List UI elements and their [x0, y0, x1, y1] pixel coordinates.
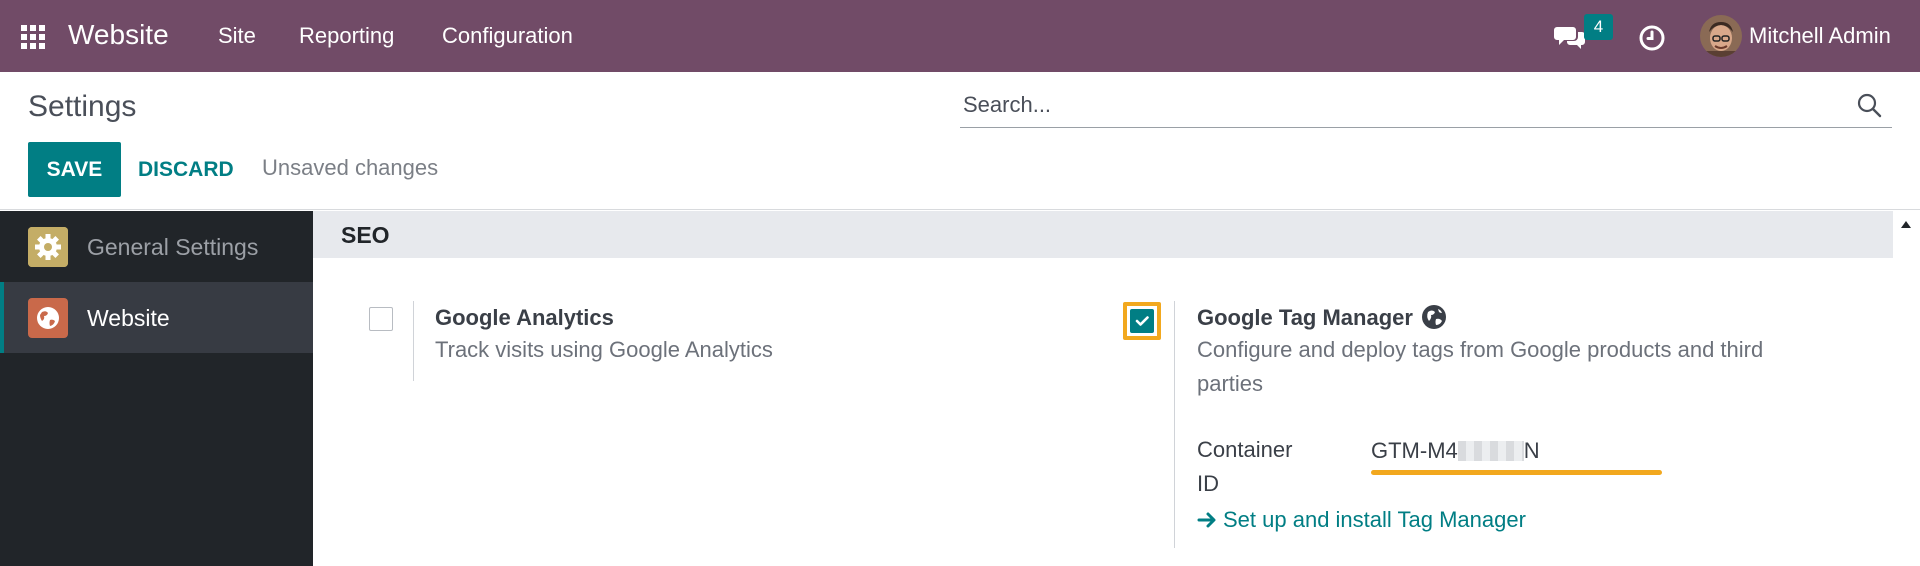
container-id-value-suffix: N	[1523, 438, 1540, 463]
scroll-up-arrow-icon[interactable]	[1899, 217, 1913, 229]
google-tag-manager-checkbox[interactable]	[1130, 309, 1154, 333]
sidebar-item-label: General Settings	[87, 234, 259, 260]
sidebar-item-label: Website	[87, 305, 170, 331]
sidebar-item-general-settings[interactable]: General Settings	[0, 211, 313, 282]
unsaved-changes-status: Unsaved changes	[262, 155, 439, 180]
apps-grid-icon[interactable]	[21, 25, 45, 49]
discard-button[interactable]: DISCARD	[138, 156, 234, 184]
user-menu-name[interactable]: Mitchell Admin	[1749, 22, 1891, 50]
sidebar-item-website[interactable]: Website	[0, 282, 313, 353]
setting-divider	[413, 301, 414, 381]
avatar[interactable]	[1700, 15, 1742, 57]
google-tag-manager-title: Google Tag Manager	[1197, 305, 1413, 330]
search-bar	[960, 82, 1892, 128]
container-id-label: Container ID	[1197, 433, 1317, 501]
menu-reporting[interactable]: Reporting	[299, 22, 394, 50]
redacted-mask	[1457, 441, 1524, 461]
message-count-badge: 4	[1584, 14, 1613, 40]
globe-icon	[1421, 304, 1447, 330]
google-tag-manager-description-line1: Configure and deploy tags from Google pr…	[1197, 337, 1764, 362]
website-globe-icon	[28, 298, 68, 338]
container-id-value-prefix: GTM-M4	[1371, 438, 1458, 463]
arrow-right-icon	[1197, 505, 1219, 528]
search-input[interactable]	[963, 90, 1823, 120]
menu-site[interactable]: Site	[218, 22, 256, 50]
container-id-label-line2: ID	[1197, 471, 1219, 496]
control-panel: Settings SAVE DISCARD Unsaved changes	[0, 72, 1920, 210]
google-analytics-checkbox[interactable]	[369, 307, 393, 331]
chat-bubbles-icon[interactable]	[1554, 24, 1586, 50]
search-icon[interactable]	[1856, 92, 1882, 118]
clock-icon[interactable]	[1638, 24, 1666, 52]
section-title: SEO	[341, 222, 390, 248]
tag-manager-setup-link-label: Set up and install Tag Manager	[1223, 507, 1526, 532]
google-analytics-title: Google Analytics	[435, 305, 614, 330]
tag-manager-setup-link[interactable]: Set up and install Tag Manager	[1197, 503, 1526, 537]
section-header: SEO	[313, 211, 1893, 258]
gear-icon	[28, 227, 68, 267]
field-highlight-underline	[1371, 470, 1662, 475]
container-id-field[interactable]: GTM-M4 N	[1371, 437, 1661, 465]
menu-configuration[interactable]: Configuration	[442, 22, 573, 50]
app-brand[interactable]: Website	[68, 18, 169, 52]
setting-divider	[1174, 301, 1175, 548]
save-button[interactable]: SAVE	[28, 142, 121, 197]
google-tag-manager-description-line2: parties	[1197, 371, 1264, 396]
google-analytics-description: Track visits using Google Analytics	[435, 337, 773, 362]
container-id-label-line1: Container	[1197, 437, 1293, 462]
top-navbar: Website Site Reporting Configuration 4 M…	[0, 0, 1920, 72]
settings-content: SEO Google Analytics Track visits using …	[313, 211, 1920, 566]
page-title: Settings	[28, 90, 137, 123]
settings-sidebar: General Settings Website	[0, 211, 313, 566]
